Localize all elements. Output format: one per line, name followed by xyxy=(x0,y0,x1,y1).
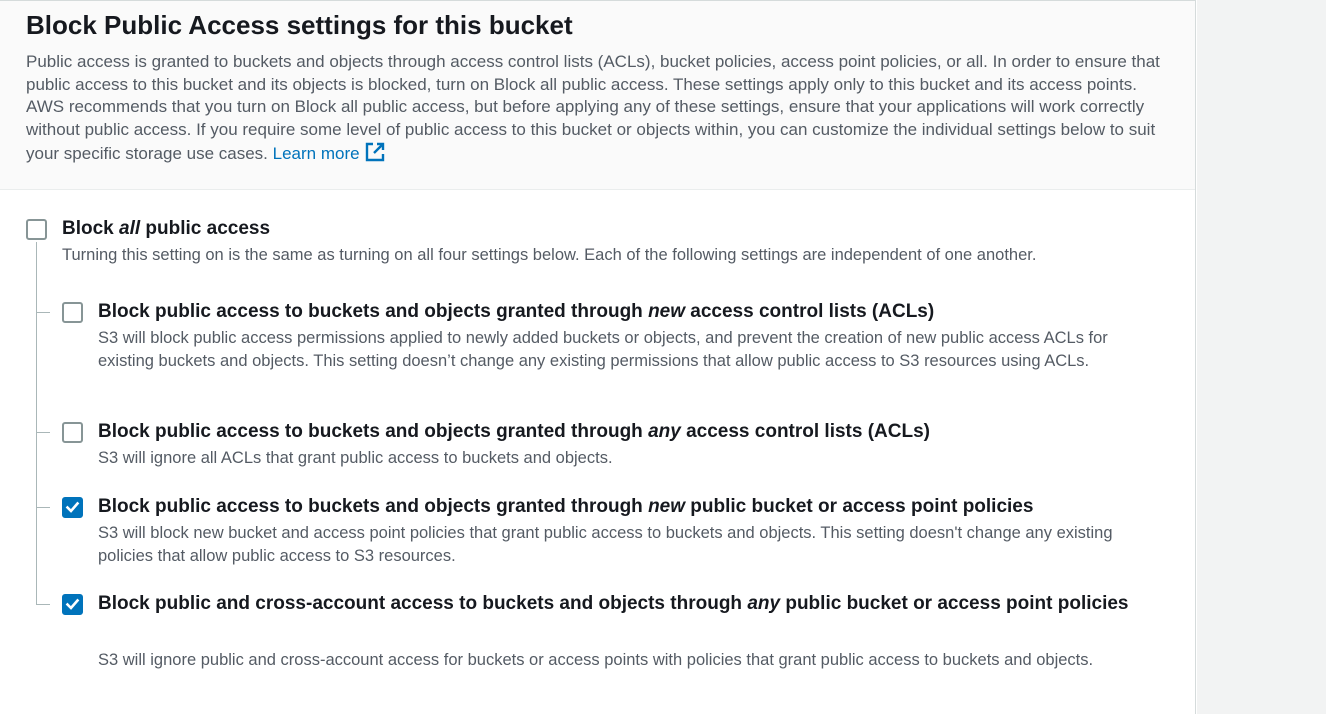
label-emphasis: all xyxy=(119,218,141,239)
label-emphasis: new xyxy=(648,301,686,322)
block-public-access-panel: Block Public Access settings for this bu… xyxy=(0,0,1196,714)
block-all-label[interactable]: Block all public access xyxy=(62,214,270,244)
learn-more-label: Learn more xyxy=(272,144,360,163)
label-text: Block public access to buckets and objec… xyxy=(98,301,649,322)
setting-acl-new-help: S3 will block public access permissions … xyxy=(98,329,1108,370)
setting-acl-any-label[interactable]: Block public access to buckets and objec… xyxy=(98,417,930,447)
setting-policy-new-help: S3 will block new bucket and access poin… xyxy=(98,524,1113,565)
label-text: Block public access to buckets and objec… xyxy=(98,421,649,442)
right-gutter xyxy=(1197,0,1326,714)
label-emphasis: new xyxy=(648,496,686,517)
section-header: Block Public Access settings for this bu… xyxy=(0,1,1195,190)
setting-policy-any-label[interactable]: Block public and cross-account access to… xyxy=(98,589,1158,619)
description-text: Public access is granted to buckets and … xyxy=(26,52,1160,163)
check-icon xyxy=(65,501,80,513)
check-icon xyxy=(65,598,80,610)
tree-branch xyxy=(36,604,50,605)
setting-policy-new-checkbox[interactable] xyxy=(62,497,83,518)
tree-branch xyxy=(36,312,50,313)
setting-acl-any-checkbox[interactable] xyxy=(62,422,83,443)
tree-branch xyxy=(36,432,50,433)
label-emphasis: any xyxy=(648,421,681,442)
setting-acl-new-checkbox[interactable] xyxy=(62,302,83,323)
learn-more-link[interactable]: Learn more xyxy=(272,141,386,163)
tree-connector xyxy=(36,242,37,605)
label-text: Block public and cross-account access to… xyxy=(98,593,748,614)
section-title: Block Public Access settings for this bu… xyxy=(26,10,573,40)
label-text: access control lists (ACLs) xyxy=(680,421,931,442)
label-emphasis: any xyxy=(747,593,781,614)
block-all-help: Turning this setting on is the same as t… xyxy=(62,246,1037,264)
label-text: public bucket or access point policies xyxy=(780,593,1129,614)
label-text: Block xyxy=(62,218,120,239)
label-text: access control lists (ACLs) xyxy=(685,301,935,322)
setting-policy-new-label[interactable]: Block public access to buckets and objec… xyxy=(98,492,1033,522)
section-description: Public access is granted to buckets and … xyxy=(26,51,1176,166)
setting-acl-any-help: S3 will ignore all ACLs that grant publi… xyxy=(98,449,613,467)
setting-acl-new-label[interactable]: Block public access to buckets and objec… xyxy=(98,297,934,327)
label-text: public bucket or access point policies xyxy=(685,496,1034,517)
tree-branch xyxy=(36,507,50,508)
label-text: public access xyxy=(140,218,271,239)
label-text: Block public access to buckets and objec… xyxy=(98,496,649,517)
block-all-checkbox[interactable] xyxy=(26,219,47,240)
external-link-icon xyxy=(364,141,386,163)
setting-policy-any-checkbox[interactable] xyxy=(62,594,83,615)
setting-policy-any-help: S3 will ignore public and cross-account … xyxy=(98,651,1094,669)
